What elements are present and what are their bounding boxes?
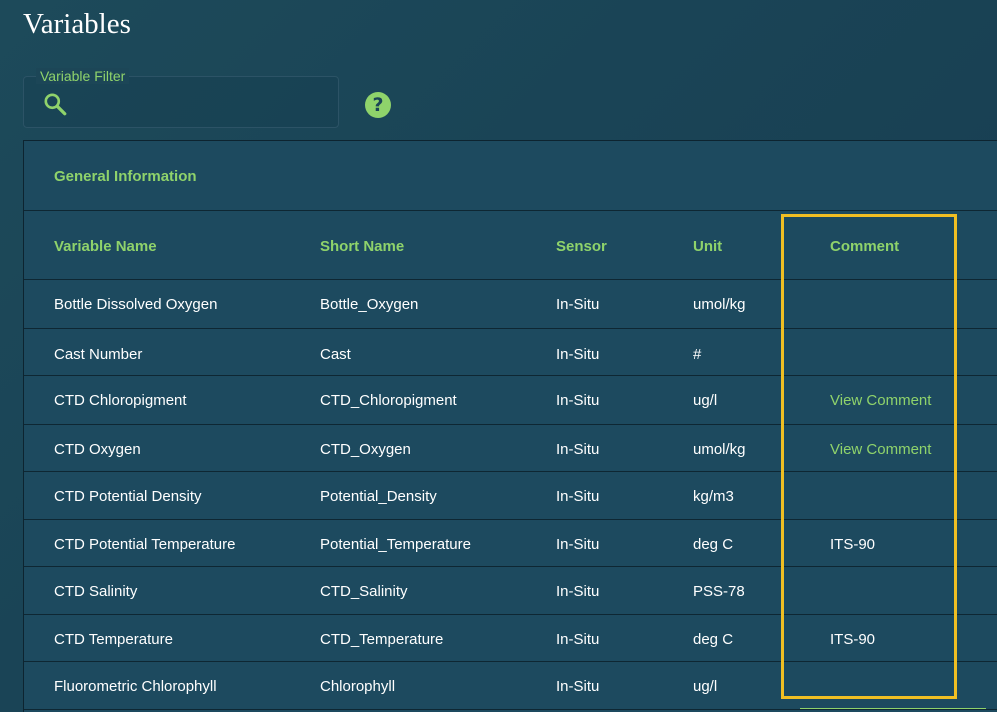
comment-cell: ITS-90 [830, 536, 876, 553]
column-header-sensor[interactable]: Sensor [556, 238, 607, 255]
unit-cell: ug/l [693, 678, 718, 695]
sensor-cell: In-Situ [556, 346, 600, 363]
comment-cell: ITS-90 [830, 631, 876, 648]
sensor-cell: In-Situ [556, 678, 600, 695]
unit-cell: umol/kg [693, 441, 746, 458]
unit-cell: PSS-78 [693, 583, 745, 600]
unit-cell: deg C [693, 631, 734, 648]
column-header-comment[interactable]: Comment [830, 238, 899, 255]
short-name-cell: CTD_Salinity [320, 583, 408, 600]
table-header-row: Variable Name Short Name Sensor Unit Com… [24, 211, 997, 280]
sensor-cell: In-Situ [556, 631, 600, 648]
unit-cell: umol/kg [693, 296, 746, 313]
search-icon [44, 93, 67, 116]
table-row[interactable]: CTD Potential Density Potential_Density In… [24, 472, 997, 520]
variable-name-cell: CTD Potential Density [54, 488, 202, 505]
table-row[interactable]: CTD Temperature CTD_Temperature In-Situ deg… [24, 615, 997, 662]
short-name-cell: CTD_Oxygen [320, 441, 411, 458]
variables-table: General Information Variable Name Short … [23, 140, 997, 712]
table-row[interactable]: CTD Potential Temperature Potential_Tempe… [24, 520, 997, 567]
variable-filter-label: Variable Filter [36, 68, 130, 84]
variable-name-cell: CTD Temperature [54, 631, 173, 648]
variable-name-cell: CTD Potential Temperature [54, 536, 236, 553]
variable-name-cell: Bottle Dissolved Oxygen [54, 296, 218, 313]
table-row[interactable]: Bottle Dissolved Oxygen Bottle_Oxygen In-S… [24, 280, 997, 329]
help-icon[interactable]: ? [365, 92, 391, 118]
table-row[interactable]: CTD Chloropigment CTD_Chloropigment In-Sit… [24, 376, 997, 425]
short-name-cell: Cast [320, 346, 351, 363]
table-row[interactable]: CTD Oxygen CTD_Oxygen In-Situ umol/kg View C… [24, 425, 997, 472]
variable-filter-input[interactable] [76, 87, 330, 121]
column-header-short-name[interactable]: Short Name [320, 238, 404, 255]
sensor-cell: In-Situ [556, 296, 600, 313]
short-name-cell: Bottle_Oxygen [320, 296, 419, 313]
variable-name-cell: Cast Number [54, 346, 143, 363]
view-comment-link[interactable]: View Comment [830, 441, 931, 458]
variable-name-cell: CTD Salinity [54, 583, 138, 600]
short-name-cell: CTD_Chloropigment [320, 392, 457, 409]
sensor-cell: In-Situ [556, 392, 600, 409]
short-name-cell: Potential_Density [320, 488, 437, 505]
short-name-cell: CTD_Temperature [320, 631, 444, 648]
unit-cell: ug/l [693, 392, 718, 409]
column-header-unit[interactable]: Unit [693, 238, 722, 255]
unit-cell: kg/m3 [693, 488, 734, 505]
variable-name-cell: CTD Chloropigment [54, 392, 187, 409]
table-row[interactable]: CTD Salinity CTD_Salinity In-Situ PSS-78 [24, 567, 997, 615]
variable-filter-field[interactable]: Variable Filter [23, 68, 339, 128]
section-header: General Information [24, 141, 997, 211]
unit-cell: # [693, 346, 702, 363]
unit-cell: deg C [693, 536, 734, 553]
view-comment-link[interactable]: View Comment [830, 392, 931, 409]
table-row[interactable]: Cast Number Cast In-Situ # [24, 329, 997, 376]
sensor-cell: In-Situ [556, 488, 600, 505]
sensor-cell: In-Situ [556, 536, 600, 553]
section-title: General Information [54, 168, 197, 185]
page-title: Variables [23, 8, 131, 40]
sensor-cell: In-Situ [556, 441, 600, 458]
column-header-variable-name[interactable]: Variable Name [54, 238, 157, 255]
variable-name-cell: CTD Oxygen [54, 441, 141, 458]
scroll-edge [800, 708, 986, 712]
table-row[interactable]: Fluorometric Chlorophyll Chlorophyll In-Si… [24, 662, 997, 710]
short-name-cell: Chlorophyll [320, 678, 396, 695]
short-name-cell: Potential_Temperature [320, 536, 471, 553]
table-body: Bottle Dissolved Oxygen Bottle_Oxygen In-S… [24, 280, 997, 710]
sensor-cell: In-Situ [556, 583, 600, 600]
variable-name-cell: Fluorometric Chlorophyll [54, 678, 217, 695]
